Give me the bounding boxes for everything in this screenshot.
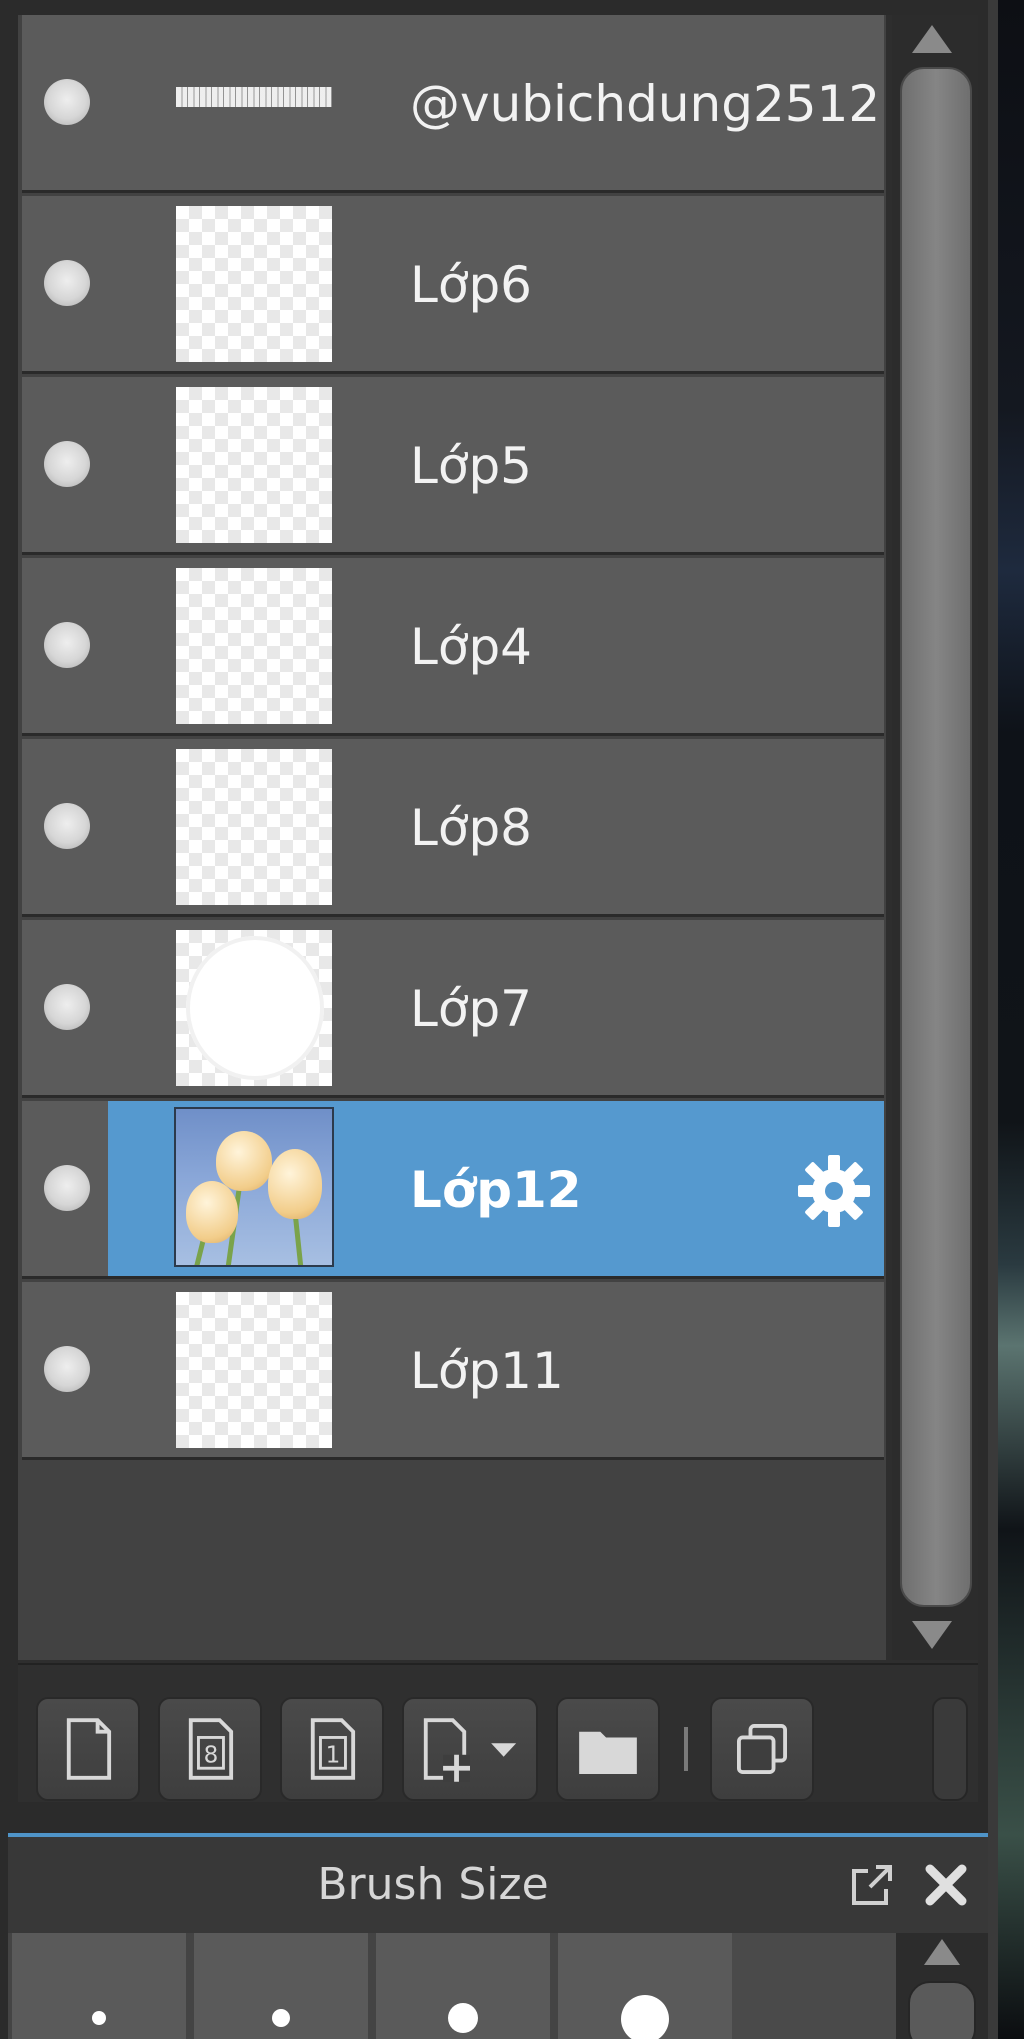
brush-size-option[interactable] (194, 1933, 368, 2039)
scrollbar-thumb[interactable] (900, 67, 972, 1607)
duplicate-layer-icon (737, 1724, 787, 1774)
layer-toolbar: 8 1 (18, 1663, 978, 1802)
visibility-toggle[interactable] (44, 984, 90, 1030)
add-layer-dropdown-button[interactable] (402, 1697, 538, 1801)
duplicate-layer-button[interactable] (710, 1697, 814, 1801)
brush-size-panel: Brush Size (8, 1837, 988, 2039)
layer-settings-gear-icon[interactable] (794, 1151, 874, 1231)
new-layer-icon (66, 1718, 112, 1780)
visibility-toggle[interactable] (44, 79, 90, 125)
scroll-up-arrow-icon[interactable] (924, 1939, 960, 1965)
visibility-toggle[interactable] (44, 1346, 90, 1392)
layer-thumbnail (176, 387, 332, 543)
svg-text:1: 1 (326, 1742, 341, 1768)
layer-thumbnail (176, 930, 332, 1086)
layer-thumbnail (176, 749, 332, 905)
layer-scrollbar[interactable] (892, 15, 978, 1660)
layer-row[interactable]: Lớp4 (22, 558, 884, 736)
layer-row[interactable]: Lớp7 (22, 920, 884, 1098)
brush-size-option[interactable] (558, 1933, 732, 2039)
layer-list: @vubichdung2512 Lớp6 Lớp5 Lớp4 Lớp8 Lớp7 (18, 15, 886, 1660)
toolbar-scrollbar[interactable] (932, 1697, 968, 1801)
visibility-toggle[interactable] (44, 803, 90, 849)
layer-thumbnail (176, 77, 332, 117)
layer-name: Lớp7 (410, 980, 532, 1038)
layer-row[interactable]: Lớp8 (22, 739, 884, 917)
popout-icon[interactable] (846, 1859, 898, 1911)
layer-name: Lớp5 (410, 437, 532, 495)
brush-grid-empty (732, 1933, 896, 2039)
folder-icon (579, 1731, 637, 1774)
layer-name: Lớp12 (410, 1161, 582, 1219)
new-folder-button[interactable] (556, 1697, 660, 1801)
layer-row[interactable]: Lớp5 (22, 377, 884, 555)
layer-row-selected[interactable]: Lớp12 (22, 1101, 884, 1279)
svg-text:8: 8 (204, 1742, 219, 1768)
add-layer-dropdown-icon (423, 1718, 517, 1782)
visibility-toggle[interactable] (44, 1165, 90, 1211)
toolbar-separator (684, 1727, 688, 1771)
brush-size-grid (8, 1933, 988, 2039)
panel-title: Brush Size (317, 1859, 549, 1910)
layer-row[interactable]: @vubichdung2512 (22, 15, 884, 193)
new-layer-button[interactable] (36, 1697, 140, 1801)
layer-thumbnail (176, 568, 332, 724)
layer-name: Lớp4 (410, 618, 532, 676)
new-1bit-layer-icon: 1 (310, 1718, 356, 1780)
layer-thumbnail (176, 1292, 332, 1448)
brush-size-option[interactable] (376, 1933, 550, 2039)
layer-name: @vubichdung2512 (410, 75, 881, 133)
brush-panel-header: Brush Size (8, 1837, 988, 1933)
brush-size-option[interactable] (12, 1933, 186, 2039)
scroll-up-arrow-icon[interactable] (912, 25, 952, 53)
layer-row[interactable]: Lớp11 (22, 1282, 884, 1460)
layer-name: Lớp8 (410, 799, 532, 857)
new-8bit-layer-button[interactable]: 8 (158, 1697, 262, 1801)
brush-scrollbar[interactable] (896, 1933, 988, 2039)
scrollbar-thumb[interactable] (908, 1981, 976, 2039)
scroll-down-arrow-icon[interactable] (912, 1621, 952, 1649)
layer-thumbnail (176, 206, 332, 362)
new-1bit-layer-button[interactable]: 1 (280, 1697, 384, 1801)
layer-thumbnail (174, 1107, 334, 1267)
close-icon[interactable] (920, 1859, 972, 1911)
visibility-toggle[interactable] (44, 260, 90, 306)
layer-name: Lớp6 (410, 256, 532, 314)
layer-row[interactable]: Lớp6 (22, 196, 884, 374)
panel-divider (0, 1803, 988, 1830)
canvas-edge (988, 0, 1024, 2039)
visibility-toggle[interactable] (44, 622, 90, 668)
new-8bit-layer-icon: 8 (188, 1718, 234, 1780)
layer-panel: @vubichdung2512 Lớp6 Lớp5 Lớp4 Lớp8 Lớp7 (18, 15, 978, 1802)
visibility-toggle[interactable] (44, 441, 90, 487)
layer-name: Lớp11 (410, 1342, 564, 1400)
